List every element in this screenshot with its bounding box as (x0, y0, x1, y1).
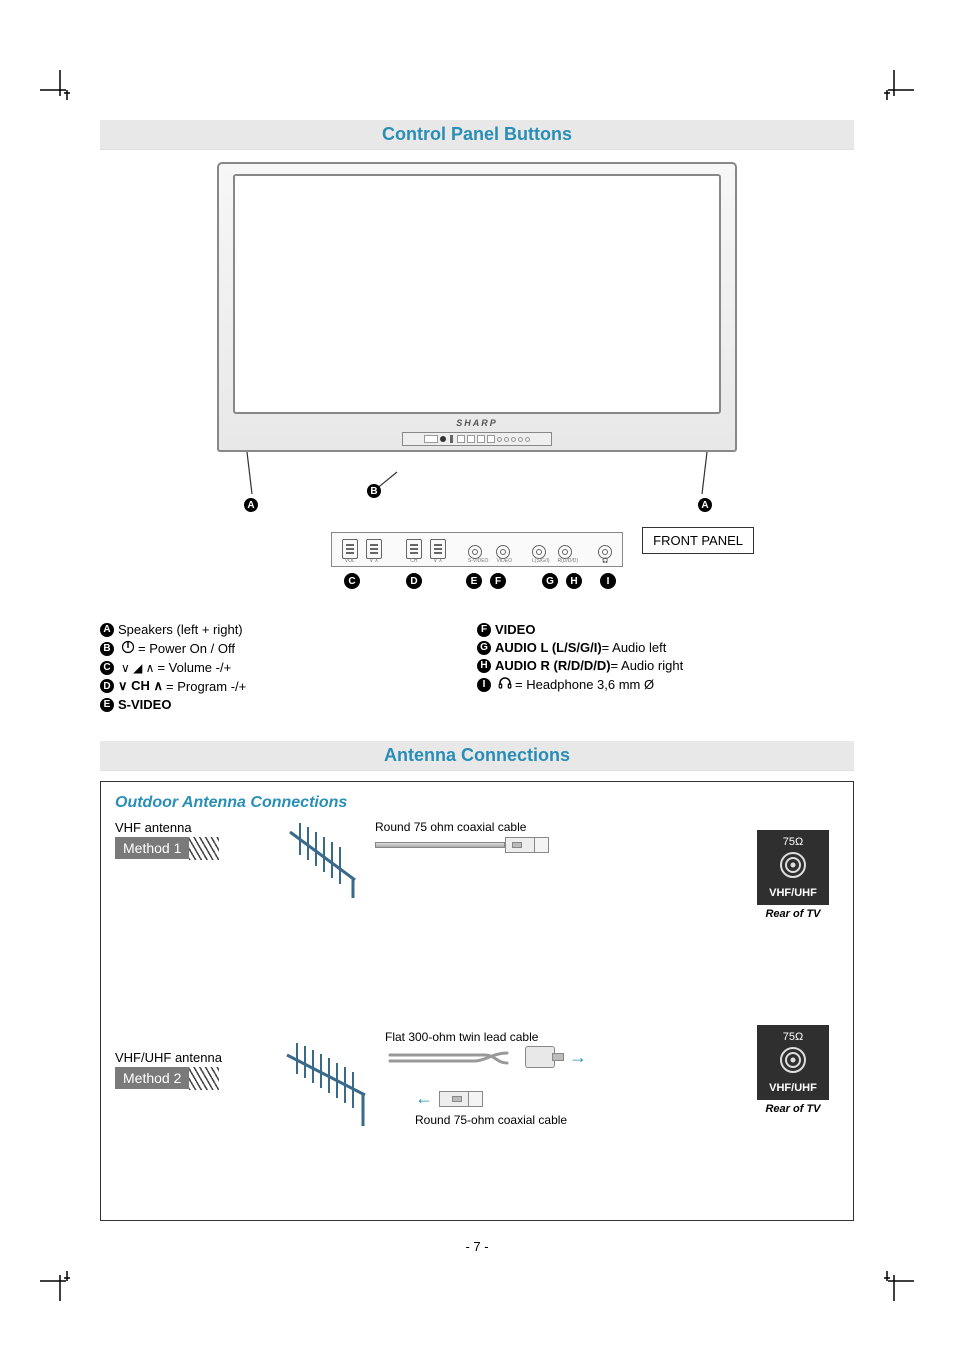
method2-left: VHF/UHF antenna Method 2 (115, 1030, 265, 1090)
crop-mark-bl-icon (40, 1261, 80, 1301)
section-title-antenna: Antenna Connections (384, 745, 570, 765)
callout-a-left: A (244, 498, 258, 512)
tv-screen (233, 174, 721, 414)
legend-item-e: ES-VIDEO (100, 697, 477, 712)
tv-mini-front-panel (402, 432, 552, 446)
front-panel-detail: FRONT PANEL VOL ∨ ∧ CH ∨ ∧ S-VIDEO VIDEO… (100, 532, 854, 567)
callout-h: H (566, 573, 582, 589)
hatch-decoration-icon (189, 1067, 219, 1090)
balun-adapter-icon (525, 1046, 555, 1068)
crop-mark-tl-icon (40, 70, 80, 110)
tv-body: SHARP (217, 162, 737, 452)
twin-lead-cable-icon (385, 1047, 525, 1067)
callout-a-right: A (698, 498, 712, 512)
manual-page: Control Panel Buttons SHARP (0, 0, 954, 1351)
crop-mark-br-icon (874, 1261, 914, 1301)
front-panel-label-box: FRONT PANEL (642, 527, 754, 554)
antenna-diagram-box: Outdoor Antenna Connections VHF antenna … (100, 781, 854, 1221)
method1-antenna-icon (275, 820, 365, 900)
callout-e: E (466, 573, 482, 589)
legend-item-c: C∨ ◢ ∧= Volume -/+ (100, 660, 477, 675)
method1-antenna-label: VHF antenna (115, 820, 265, 835)
callout-c: C (344, 573, 360, 589)
method2-antenna-icon (275, 1030, 375, 1130)
speaker-callout-lines-icon (217, 452, 737, 512)
method2-cable-bottom-label: Round 75-ohm coaxial cable (415, 1113, 839, 1127)
legend-item-g: GAUDIO L (L/S/G/I) = Audio left (477, 640, 854, 655)
section-title: Control Panel Buttons (382, 124, 572, 144)
rear-vhfuhf-2: VHF/UHF (761, 1082, 825, 1094)
rear-caption-1: Rear of TV (757, 908, 829, 920)
method2-antenna-label: VHF/UHF antenna (115, 1050, 265, 1065)
hatch-decoration-icon (189, 837, 219, 860)
rear-panel-2: 75Ω VHF/UHF Rear of TV (757, 1025, 829, 1115)
callout-g: G (542, 573, 558, 589)
antenna-method-1: VHF antenna Method 1 Round 75 ohm coaxia… (115, 820, 839, 990)
coax-plug-icon (439, 1091, 469, 1107)
vhf-uhf-antenna-icon (275, 1040, 375, 1130)
coax-cable-icon (375, 842, 505, 848)
section-header-control-panel: Control Panel Buttons (100, 120, 854, 150)
method2-tag: Method 2 (115, 1067, 189, 1089)
legend-item-d: D∨ CH ∧ = Program -/+ (100, 678, 477, 694)
panel-callout-letters-row: C D E F G H I (100, 573, 854, 589)
legend-right-column: FVIDEO GAUDIO L (L/S/G/I) = Audio left H… (477, 619, 854, 715)
tv-brand-label: SHARP (219, 418, 735, 428)
legend-item-h: HAUDIO R (R/D/D/D) = Audio right (477, 658, 854, 673)
callout-b: B (367, 484, 381, 498)
rear-vhfuhf-1: VHF/UHF (761, 887, 825, 899)
coax-connector-icon (469, 1091, 483, 1107)
antenna-method-2: VHF/UHF antenna Method 2 Flat 300-ohm tw… (115, 1030, 839, 1200)
coax-jack-icon (778, 1045, 808, 1075)
headphone-icon (498, 676, 512, 693)
legend-item-f: FVIDEO (477, 622, 854, 637)
crop-mark-tr-icon (874, 70, 914, 110)
coax-connector-icon (535, 837, 549, 853)
tv-frame: SHARP A A B (217, 162, 737, 452)
callout-i: I (600, 573, 616, 589)
legend-item-b: B = Power On / Off (100, 640, 477, 657)
volume-icon: ∨ ◢ ∧ (121, 661, 154, 675)
coax-plug-icon (505, 837, 535, 853)
legend-left-column: ASpeakers (left + right) B = Power On / … (100, 619, 477, 715)
antenna-subtitle: Outdoor Antenna Connections (115, 794, 839, 812)
coax-jack-icon (778, 850, 808, 880)
vhf-antenna-icon (275, 820, 365, 900)
legend-item-i: I = Headphone 3,6 mm Ø (477, 676, 854, 693)
page-number: - 7 - (100, 1239, 854, 1254)
legend-item-a: ASpeakers (left + right) (100, 622, 477, 637)
rear-ohm-2: 75Ω (761, 1031, 825, 1043)
power-icon (121, 640, 135, 657)
callout-f: F (490, 573, 506, 589)
method1-left: VHF antenna Method 1 (115, 820, 265, 860)
control-panel-legend: ASpeakers (left + right) B = Power On / … (100, 619, 854, 715)
method1-tag: Method 1 (115, 837, 189, 859)
callout-d: D (406, 573, 422, 589)
page-content: Control Panel Buttons SHARP (100, 120, 854, 1254)
rear-caption-2: Rear of TV (757, 1103, 829, 1115)
front-panel: VOL ∨ ∧ CH ∨ ∧ S-VIDEO VIDEO L(S/G/I) R(… (331, 532, 623, 567)
rear-panel-1: 75Ω VHF/UHF Rear of TV (757, 830, 829, 920)
rear-ohm-1: 75Ω (761, 836, 825, 848)
section-header-antenna: Antenna Connections (100, 741, 854, 771)
tv-illustration: SHARP A A B (100, 162, 854, 452)
